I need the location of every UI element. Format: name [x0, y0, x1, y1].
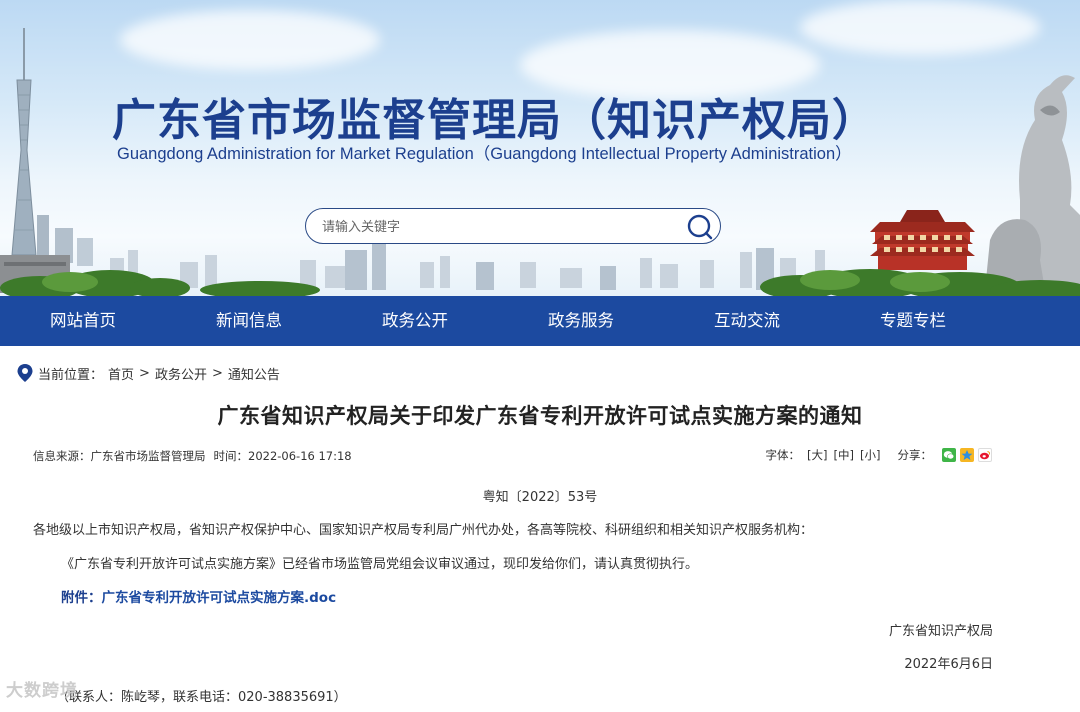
nav-item-special-topics[interactable]: 专题专栏	[830, 296, 996, 346]
nav-item-government-affairs[interactable]: 政务公开	[332, 296, 498, 346]
article-tools: 字体： [大] [中] [小] 分享：	[766, 447, 992, 463]
watermark-text: 大数跨境	[6, 681, 78, 701]
search-button[interactable]	[686, 213, 714, 241]
document-number: 粤知〔2022〕53号	[482, 490, 598, 505]
nav-item-home[interactable]: 网站首页	[0, 296, 166, 346]
attachment-line: 附件：广东省专利开放许可试点实施方案.doc	[61, 586, 336, 606]
recipients-paragraph: 各地级以上市知识产权局，省知识产权保护中心、国家知识产权局专利局广州代办处，各高…	[33, 523, 814, 538]
five-goats-statue-illustration	[985, 75, 1080, 290]
attachment-download-link[interactable]: 广东省专利开放许可试点实施方案.doc	[102, 590, 337, 606]
signature-date: 2022年6月6日	[904, 657, 993, 672]
zhenhai-tower-illustration	[870, 210, 975, 270]
qzone-icon[interactable]	[960, 448, 974, 462]
article-meta: 信息来源：广东省市场监督管理局 时间：2022-06-16 17:18	[33, 448, 352, 464]
canton-tower-illustration	[11, 28, 37, 256]
breadcrumb-prefix: 当前位置：	[38, 367, 104, 383]
contact-info: （联系人：陈屹琴，联系电话：020-38835691）	[56, 690, 347, 705]
search-input[interactable]	[320, 216, 674, 238]
location-pin-icon	[17, 364, 33, 382]
share-label: 分享：	[897, 448, 933, 462]
nav-item-news[interactable]: 新闻信息	[166, 296, 332, 346]
body-paragraph: 《广东省专利开放许可试点实施方案》已经省市场监管局党组会议审议通过，现印发给你们…	[61, 557, 699, 572]
header-banner: 广东省市场监督管理局（知识产权局） Guangdong Administrati…	[0, 0, 1080, 296]
nav-item-government-services[interactable]: 政务服务	[498, 296, 664, 346]
site-title: 广东省市场监督管理局（知识产权局）	[112, 95, 877, 146]
article-source: 信息来源：广东省市场监督管理局	[33, 449, 206, 463]
article-time: 时间：2022-06-16 17:18	[213, 449, 352, 463]
breadcrumb-home-link[interactable]: 首页	[108, 364, 134, 383]
breadcrumb: 当前位置： 首页 > 政务公开 > 通知公告	[16, 363, 285, 383]
wechat-icon[interactable]	[942, 448, 956, 462]
article-title: 广东省知识产权局关于印发广东省专利开放许可试点实施方案的通知	[217, 404, 863, 428]
site-subtitle: Guangdong Administration for Market Regu…	[117, 145, 852, 163]
search-icon	[687, 214, 713, 240]
breadcrumb-notices-link[interactable]: 通知公告	[228, 364, 280, 383]
font-large-button[interactable]: [大]	[807, 447, 827, 463]
font-size-label: 字体：	[765, 448, 801, 462]
breadcrumb-separator: >	[139, 365, 150, 381]
main-nav: 网站首页 新闻信息 政务公开 政务服务 互动交流 专题专栏	[0, 296, 1080, 346]
weibo-icon[interactable]	[978, 448, 992, 462]
breadcrumb-separator: >	[211, 365, 223, 381]
font-small-button[interactable]: [小]	[860, 447, 880, 463]
font-medium-button[interactable]: [中]	[834, 447, 854, 463]
nav-item-interaction[interactable]: 互动交流	[664, 296, 830, 346]
signature: 广东省知识产权局	[888, 624, 993, 639]
search-box	[305, 208, 721, 244]
breadcrumb-government-affairs-link[interactable]: 政务公开	[155, 364, 207, 383]
watermark: 大数跨境	[6, 676, 78, 701]
attachment-label: 附件：	[61, 590, 102, 606]
